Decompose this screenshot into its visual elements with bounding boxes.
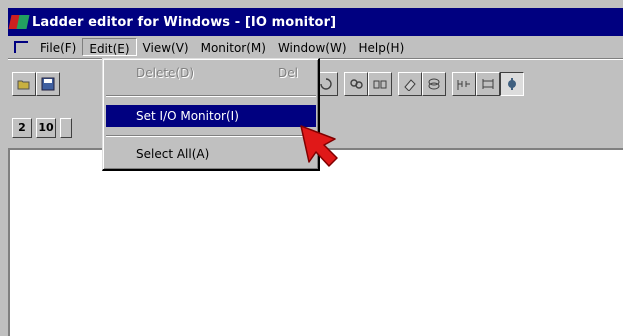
select-all-label: Select All(A)	[136, 147, 210, 161]
delete-label: Delete(D)	[136, 66, 195, 80]
zoom-partial-button[interactable]	[60, 118, 72, 138]
delete-shortcut: Del	[278, 66, 298, 80]
document-window-icon[interactable]	[14, 41, 28, 53]
zoom-2-button[interactable]: 2	[12, 118, 32, 138]
save-button[interactable]	[36, 72, 60, 96]
menu-view[interactable]: View(V)	[137, 38, 195, 56]
menu-file[interactable]: File(F)	[34, 38, 82, 56]
mouse-cursor-arrow-icon	[300, 125, 338, 167]
app-window: Ladder editor for Windows - [IO monitor]…	[0, 0, 623, 336]
app-logo-icon	[8, 13, 30, 31]
window-title: Ladder editor for Windows - [IO monitor]	[32, 14, 337, 30]
cut-button[interactable]	[398, 72, 422, 96]
layers-icon	[428, 78, 440, 90]
eraser-icon	[404, 79, 416, 91]
set-io-monitor-label: Set I/O Monitor(I)	[136, 109, 239, 123]
open-file-button[interactable]	[12, 72, 36, 96]
menu-item-select-all[interactable]: Select All(A)	[106, 143, 316, 165]
menu-separator	[106, 135, 316, 137]
replace-icon	[373, 80, 387, 89]
replace-button[interactable]	[368, 72, 392, 96]
edit-dropdown-menu: Delete(D) Del Set I/O Monitor(I) Select …	[102, 58, 320, 171]
ladder-contact-icon	[457, 80, 470, 90]
menu-window[interactable]: Window(W)	[272, 38, 353, 56]
folder-open-icon	[17, 80, 30, 90]
menu-item-set-io-monitor[interactable]: Set I/O Monitor(I)	[106, 105, 316, 127]
pointer-hand-icon	[508, 78, 516, 90]
ladder-workspace[interactable]	[8, 148, 623, 336]
menu-bar: File(F) Edit(E) View(V) Monitor(M) Windo…	[8, 36, 623, 58]
monitor-mode-button[interactable]	[500, 72, 524, 96]
title-bar[interactable]: Ladder editor for Windows - [IO monitor]	[8, 8, 623, 36]
menu-separator	[106, 95, 316, 97]
floppy-disk-icon	[41, 77, 55, 91]
ladder-branch-icon	[482, 79, 494, 89]
refresh-icon	[320, 78, 332, 90]
menu-edit[interactable]: Edit(E)	[82, 38, 137, 56]
contact-insert-button[interactable]	[452, 72, 476, 96]
menu-monitor[interactable]: Monitor(M)	[195, 38, 272, 56]
menu-help[interactable]: Help(H)	[353, 38, 411, 56]
menu-item-delete[interactable]: Delete(D) Del	[106, 62, 316, 84]
find-button[interactable]	[344, 72, 368, 96]
zoom-10-button[interactable]: 10	[36, 118, 56, 138]
layers-button[interactable]	[422, 72, 446, 96]
find-icon	[350, 79, 363, 89]
branch-insert-button[interactable]	[476, 72, 500, 96]
